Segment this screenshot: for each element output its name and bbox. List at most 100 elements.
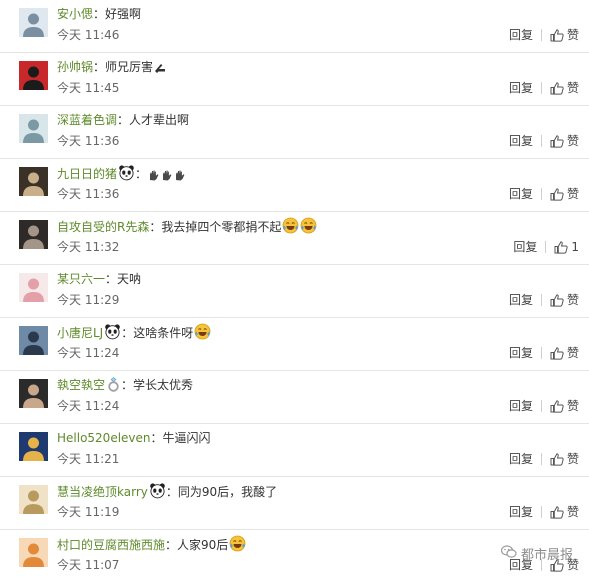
comment-row: 孙帅锅：师兄厉害今天 11:45 回复 赞 <box>0 53 589 106</box>
raised-hands-emoji-icon <box>148 168 160 186</box>
action-divider <box>540 506 542 518</box>
like-label: 赞 <box>566 293 579 307</box>
like-label: 赞 <box>566 81 579 95</box>
commenter-name[interactable]: 深蓝着色调 <box>57 113 117 127</box>
like-button[interactable]: 赞 <box>550 80 579 96</box>
panda-emoji-icon <box>149 482 166 504</box>
thumbs-up-icon <box>550 81 567 95</box>
laugh-cry-emoji-icon <box>300 217 317 239</box>
like-button[interactable]: 赞 <box>550 398 579 414</box>
comment-line: 小唐尼LJ ：这啥条件呀 <box>57 323 211 345</box>
reply-button[interactable]: 回复 <box>509 133 533 149</box>
comment-text: 人才辈出啊 <box>129 113 190 127</box>
avatar-dark-portrait[interactable] <box>19 220 48 249</box>
avatar-illustration-figure[interactable] <box>19 114 48 143</box>
comment-list: 安小偲：好强啊 今天 11:46 回复赞孙帅锅：师兄厉害 今天 11:45 回复赞深蓝着… <box>0 0 589 583</box>
thumbs-up-icon <box>550 293 567 307</box>
comment-line: 執空執空 ：学长太优秀 <box>57 376 193 397</box>
comment-row: 小唐尼LJ ：这啥条件呀 今天 11:24 回复 赞 <box>0 318 589 371</box>
panda-emoji-icon <box>104 323 121 345</box>
comment-line: Hello520eleven：牛逼闪闪 <box>57 429 211 447</box>
like-button[interactable]: 赞 <box>550 133 579 149</box>
avatar-orange-flower[interactable] <box>19 538 48 567</box>
comment-actions: 回复 赞 <box>509 451 579 467</box>
comment-line: 九日日的猪 ： <box>57 164 186 186</box>
avatar-cute-cartoon[interactable] <box>19 273 48 302</box>
name-separator: ： <box>121 326 134 340</box>
like-label: 赞 <box>566 399 579 413</box>
comment-actions: 回复 赞 <box>509 504 579 520</box>
reply-button[interactable]: 回复 <box>509 186 533 202</box>
reply-button[interactable]: 回复 <box>509 80 533 96</box>
comment-text: 学长太优秀 <box>133 378 194 392</box>
comment-line: 慧当凌绝顶karry ：同为90后，我酸了 <box>57 482 277 504</box>
reply-button[interactable]: 回复 <box>509 451 533 467</box>
comment-time: 今天 11:46 <box>57 28 120 42</box>
laugh-cry-emoji-icon <box>194 323 211 345</box>
avatar-seascape[interactable] <box>19 326 48 355</box>
comment-time: 今天 11:21 <box>57 452 120 466</box>
comment-row: 慧当凌绝顶karry ：同为90后，我酸了 今天 11:19 回复 赞 <box>0 477 589 530</box>
thumbs-up-icon <box>550 187 567 201</box>
avatar-man-in-suit[interactable] <box>19 379 48 408</box>
avatar-anime-girl[interactable] <box>19 167 48 196</box>
like-button[interactable]: 赞 <box>550 292 579 308</box>
comment-time: 今天 11:45 <box>57 81 120 95</box>
comment-row: 安小偲：好强啊今天 11:46 回复 赞 <box>0 0 589 53</box>
comment-line: 某只六一：天呐 <box>57 270 141 288</box>
commenter-name[interactable]: 小唐尼LJ <box>57 326 103 340</box>
name-separator: ： <box>93 7 106 21</box>
commenter-name[interactable]: 執空執空 <box>57 378 105 392</box>
commenter-name[interactable]: 慧当凌绝顶karry <box>57 485 148 499</box>
reply-button[interactable]: 回复 <box>509 398 533 414</box>
like-button[interactable]: 赞 <box>550 186 579 202</box>
commenter-name[interactable]: 安小偲 <box>57 7 93 21</box>
comment-text: 天呐 <box>117 272 142 286</box>
commenter-name[interactable]: 九日日的猪 <box>57 167 117 181</box>
avatar-photo-person-white-shirt[interactable] <box>19 8 48 37</box>
like-button[interactable]: 赞 <box>550 504 579 520</box>
comment-row: 深蓝着色调：人才辈出啊 今天 11:36 回复 赞 <box>0 106 589 159</box>
avatar-blonde-portrait[interactable] <box>19 485 48 514</box>
comment-row: 九日日的猪 ： 今天 11:36 回复 赞 <box>0 159 589 212</box>
panda-emoji-icon <box>118 164 135 186</box>
thumbs-up-icon <box>550 134 567 148</box>
comment-text: 我去掉四个零都捐不起 <box>161 220 282 234</box>
name-separator: ： <box>150 431 163 445</box>
avatar-night-palace[interactable] <box>19 432 48 461</box>
watermark-text: 都市晨报 <box>520 548 573 563</box>
comment-line: 孙帅锅：师兄厉害 <box>57 58 167 79</box>
commenter-name[interactable]: 村口的豆腐西施西施 <box>57 538 165 552</box>
raised-hands-emoji-icon <box>174 168 186 186</box>
like-label: 赞 <box>566 134 579 148</box>
comment-actions: 回复 赞 <box>509 80 579 96</box>
action-divider <box>540 400 542 412</box>
like-button[interactable]: 赞 <box>550 345 579 361</box>
comment-line: 安小偲：好强啊 <box>57 5 141 23</box>
comment-text: 牛逼闪闪 <box>162 431 211 445</box>
action-divider <box>540 188 542 200</box>
commenter-name[interactable]: 自攻自受的R先森 <box>57 220 149 234</box>
action-divider <box>540 294 542 306</box>
reply-button[interactable]: 回复 <box>509 292 533 308</box>
commenter-name[interactable]: 孙帅锅 <box>57 60 93 74</box>
comment-time: 今天 11:32 <box>57 240 120 254</box>
name-separator: ： <box>135 167 148 181</box>
comment-time: 今天 11:36 <box>57 187 120 201</box>
reply-button[interactable]: 回复 <box>509 345 533 361</box>
comment-time: 今天 11:19 <box>57 505 120 519</box>
comment-time: 今天 11:24 <box>57 346 120 360</box>
comment-row: Hello520eleven：牛逼闪闪今天 11:21 回复 赞 <box>0 424 589 477</box>
ring-emoji-icon <box>106 377 121 397</box>
comment-line: 深蓝着色调：人才辈出啊 <box>57 111 189 129</box>
reply-button[interactable]: 回复 <box>509 27 533 43</box>
comment-line: 自攻自受的R先森：我去掉四个零都捐不起 <box>57 217 317 239</box>
reply-button[interactable]: 回复 <box>509 504 533 520</box>
reply-button[interactable]: 回复 <box>513 239 537 255</box>
like-button[interactable]: 赞 <box>550 27 579 43</box>
commenter-name[interactable]: Hello520eleven <box>57 431 151 445</box>
avatar-panda-red-flag[interactable] <box>19 61 48 90</box>
like-button[interactable]: 赞 <box>550 451 579 467</box>
commenter-name[interactable]: 某只六一 <box>57 272 105 286</box>
like-button[interactable]: 1 <box>554 239 579 255</box>
